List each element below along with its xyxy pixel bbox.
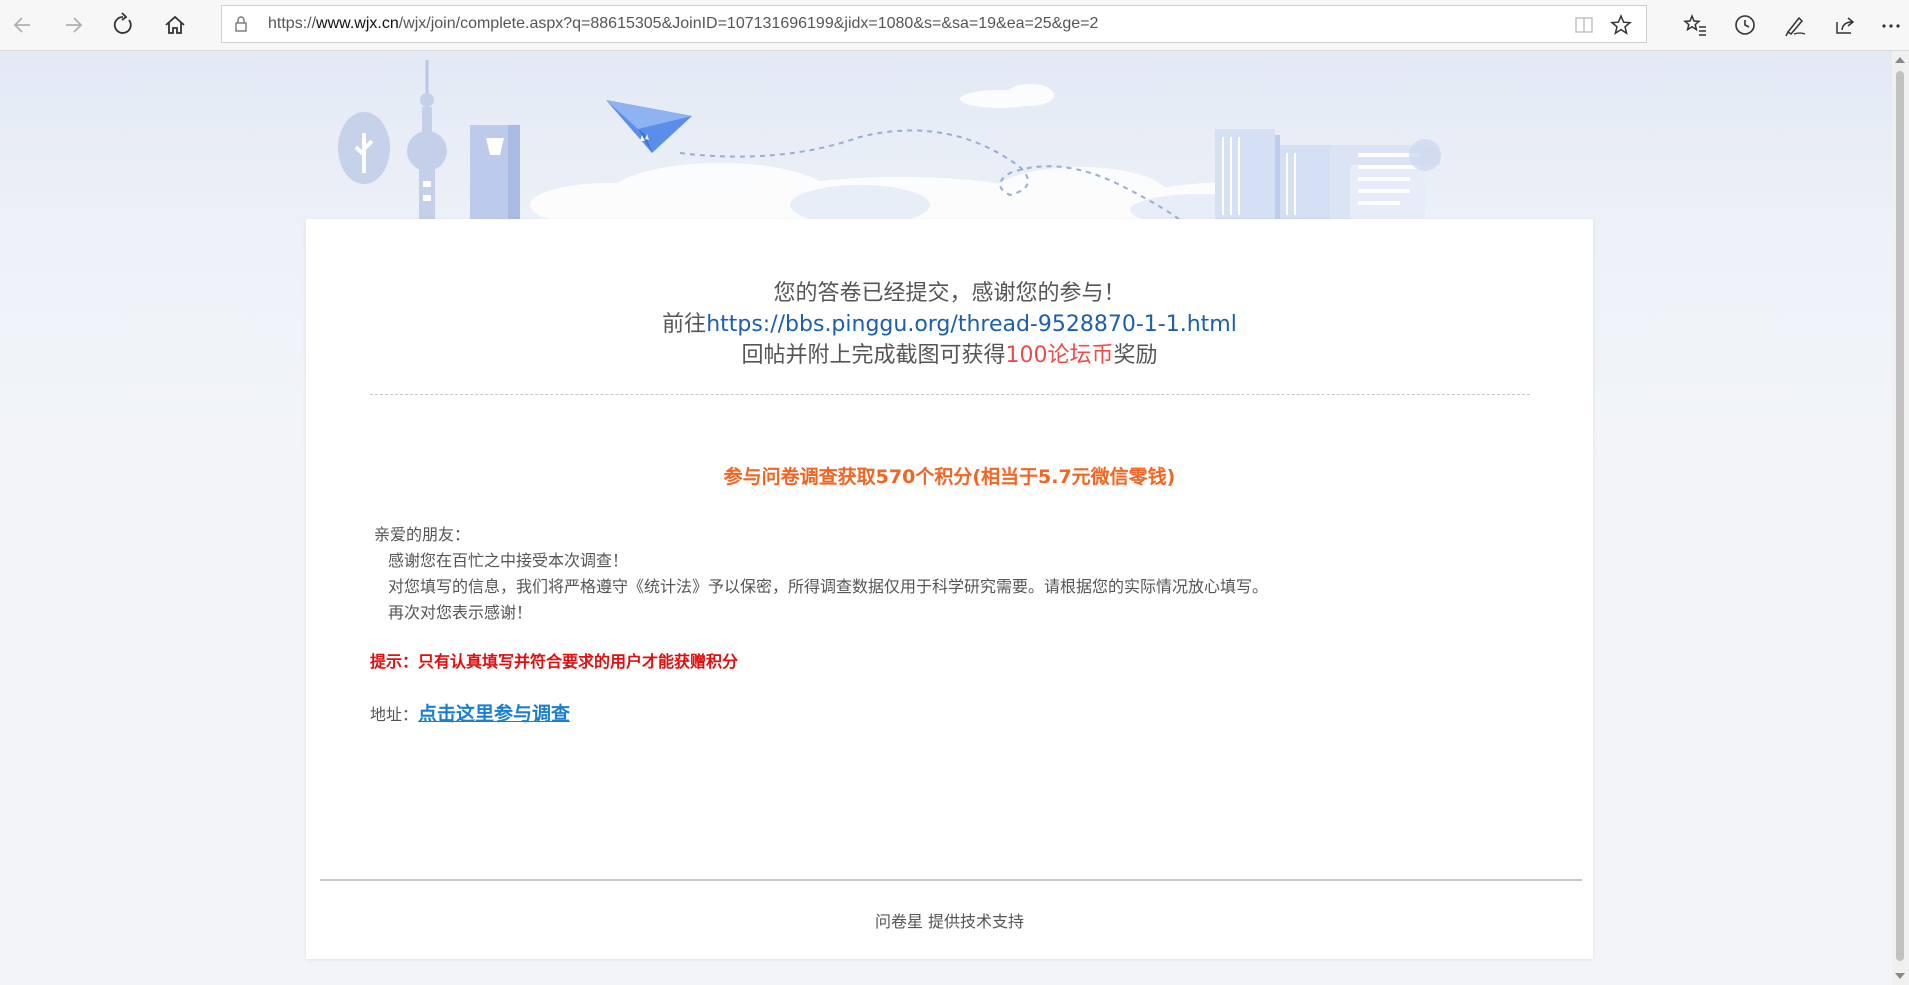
favorites-icon[interactable] — [1680, 10, 1710, 40]
browser-toolbar: https://www.wjx.cn/wjx/join/complete.asp… — [0, 0, 1909, 51]
history-icon[interactable] — [1730, 10, 1760, 40]
scroll-up-icon[interactable] — [1895, 57, 1905, 63]
letter-paragraph-1: 感谢您在百忙之中接受本次调查！ — [388, 551, 629, 570]
join-survey-link[interactable]: 点击这里参与调查 — [418, 703, 570, 725]
dashed-divider — [370, 394, 1530, 395]
promo-title: 参与问卷调查获取570个积分(相当于5.7元微信零钱) — [723, 466, 1176, 488]
forward-arrow-icon[interactable] — [58, 10, 88, 40]
letter-paragraph-2: 对您填写的信息，我们将严格遵守《统计法》予以保密，所得调查数据仅用于科学研究需要… — [388, 577, 1269, 596]
url-path: /wjx/join/complete.aspx?q=88615305&JoinI… — [398, 15, 1099, 32]
url-text[interactable]: https://www.wjx.cn/wjx/join/complete.asp… — [268, 15, 1098, 33]
letter-paragraph-3: 再次对您表示感谢！ — [388, 603, 533, 622]
forum-link-prefix: 前往 — [662, 312, 707, 337]
url-domain: www.wjx.cn — [316, 15, 399, 32]
more-icon[interactable] — [1876, 10, 1906, 40]
footer: 问卷星 提供技术支持 — [306, 908, 1593, 932]
scroll-down-icon[interactable] — [1895, 973, 1905, 979]
address-bar[interactable]: https://www.wjx.cn/wjx/join/complete.asp… — [221, 5, 1647, 43]
pen-icon[interactable] — [1780, 10, 1810, 40]
tip-text: 提示：只有认真填写并符合要求的用户才能获赠积分 — [370, 652, 739, 671]
refresh-icon[interactable] — [108, 10, 138, 40]
lock-icon[interactable] — [232, 15, 250, 33]
reward-amount: 100论坛币 — [1005, 343, 1114, 368]
survey-address: 地址：点击这里参与调查 — [370, 699, 570, 726]
reward-prefix: 回帖并附上完成截图可获得 — [741, 343, 1006, 368]
forum-link-line: 前往https://bbs.pinggu.org/thread-9528870-… — [306, 306, 1593, 338]
reading-view-icon[interactable] — [1574, 15, 1594, 35]
submitted-message: 您的答卷已经提交，感谢您的参与！ — [773, 281, 1126, 306]
completion-card: 您的答卷已经提交，感谢您的参与！ 前往https://bbs.pinggu.or… — [306, 219, 1593, 959]
home-icon[interactable] — [160, 10, 190, 40]
footer-brand-link[interactable]: 问卷星 — [875, 912, 923, 931]
star-icon[interactable] — [1610, 14, 1632, 36]
promo-letter: 亲爱的朋友： 感谢您在百忙之中接受本次调查！ 对您填写的信息，我们将严格遵守《统… — [374, 522, 1268, 626]
address-label: 地址： — [370, 705, 419, 724]
back-arrow-icon[interactable] — [8, 10, 38, 40]
url-prefix: https:// — [268, 15, 317, 32]
forum-thread-link[interactable]: https://bbs.pinggu.org/thread-9528870-1-… — [706, 312, 1237, 337]
reward-line: 回帖并附上完成截图可获得100论坛币奖励 — [306, 337, 1593, 369]
header-illustration — [338, 60, 1441, 220]
share-icon[interactable] — [1830, 10, 1860, 40]
greeting: 亲爱的朋友： — [374, 525, 471, 544]
reward-suffix: 奖励 — [1113, 343, 1158, 368]
page-scrollbar[interactable] — [1892, 51, 1909, 985]
footer-text: 提供技术支持 — [922, 912, 1025, 931]
scrollbar-thumb[interactable] — [1896, 71, 1904, 961]
footer-divider — [320, 879, 1582, 881]
